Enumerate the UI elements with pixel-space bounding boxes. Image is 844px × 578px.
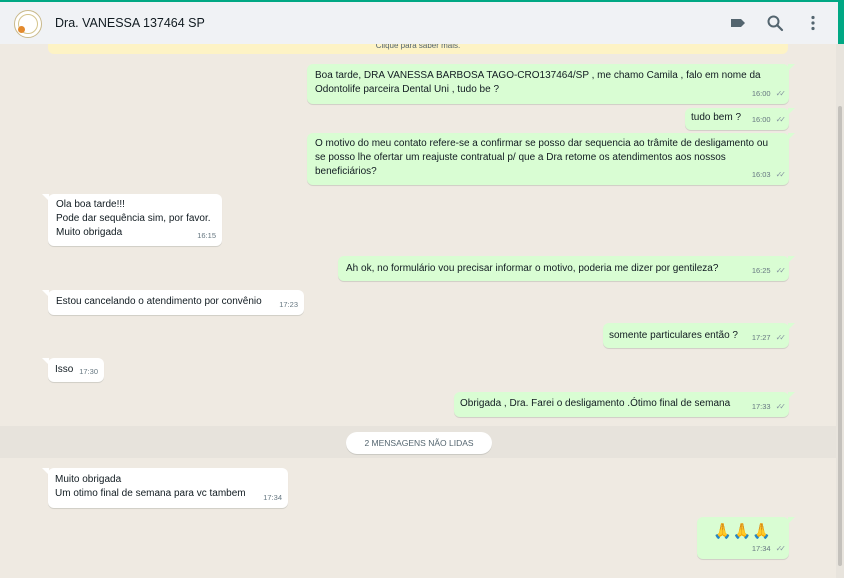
menu-icon[interactable] <box>804 14 822 32</box>
message-time: 17:23 <box>279 300 298 309</box>
double-check-icon: ✓✓ <box>775 333 787 342</box>
message-text: Ah ok, no formulário vou precisar inform… <box>346 263 719 274</box>
message-time: 16:00 <box>751 115 771 124</box>
message-outgoing[interactable]: Ah ok, no formulário vou precisar inform… <box>338 256 795 281</box>
message-time: 17:34 <box>751 544 771 553</box>
message-text: 🙏🙏🙏 <box>713 523 773 540</box>
chat-header: Dra. VANESSA 137464 SP <box>0 2 844 44</box>
avatar[interactable] <box>14 10 42 38</box>
message-text: Ola boa tarde!!! Pode dar sequência sim,… <box>56 199 211 238</box>
unread-messages-label: 2 MENSAGENS NÃO LIDAS <box>346 432 492 454</box>
message-outgoing[interactable]: tudo bem ? 16:00 ✓✓ <box>685 108 795 130</box>
message-time: 16:00 <box>751 89 771 98</box>
encryption-banner[interactable]: Clique para saber mais. <box>48 44 788 54</box>
scrollbar[interactable] <box>836 44 844 578</box>
message-text: O motivo do meu contato refere-se a conf… <box>315 138 771 177</box>
message-text: Estou cancelando o atendimento por convê… <box>56 296 262 307</box>
message-time: 16:03 <box>751 170 771 179</box>
message-outgoing[interactable]: 🙏🙏🙏 17:34 ✓✓ <box>697 517 795 559</box>
message-time: 17:34 <box>263 493 282 502</box>
message-text: Boa tarde, DRA VANESSA BARBOSA TAGO-CRO1… <box>315 70 764 95</box>
whatsapp-chat-window: Dra. VANESSA 137464 SP Clique para saber… <box>0 0 844 578</box>
double-check-icon: ✓✓ <box>775 115 787 124</box>
double-check-icon: ✓✓ <box>775 544 787 553</box>
message-time: 16:25 <box>751 266 771 275</box>
scrollbar-thumb[interactable] <box>838 106 842 566</box>
message-time: 17:33 <box>751 402 771 411</box>
double-check-icon: ✓✓ <box>775 402 787 411</box>
double-check-icon: ✓✓ <box>775 266 787 275</box>
message-time: 17:30 <box>79 367 98 376</box>
message-incoming[interactable]: Estou cancelando o atendimento por convê… <box>42 290 304 315</box>
message-outgoing[interactable]: somente particulares então ? 17:27 ✓✓ <box>603 323 795 348</box>
search-icon[interactable] <box>766 14 784 32</box>
message-outgoing[interactable]: Obrigada , Dra. Farei o desligamento .Ót… <box>454 392 795 417</box>
message-outgoing[interactable]: Boa tarde, DRA VANESSA BARBOSA TAGO-CRO1… <box>307 64 795 104</box>
double-check-icon: ✓✓ <box>775 89 787 98</box>
message-incoming[interactable]: Ola boa tarde!!! Pode dar sequência sim,… <box>42 194 222 246</box>
avatar-flower-icon <box>18 26 25 33</box>
message-incoming[interactable]: Muito obrigada Um otimo final de semana … <box>42 468 288 508</box>
double-check-icon: ✓✓ <box>775 170 787 179</box>
message-time: 16:15 <box>197 231 216 240</box>
message-time: 17:27 <box>751 333 771 342</box>
label-icon[interactable] <box>729 14 747 32</box>
message-outgoing[interactable]: O motivo do meu contato refere-se a conf… <box>307 133 795 185</box>
message-text: Muito obrigada Um otimo final de semana … <box>55 474 246 499</box>
message-incoming[interactable]: Isso 17:30 <box>42 358 104 382</box>
contact-name[interactable]: Dra. VANESSA 137464 SP <box>55 16 205 30</box>
message-text: Obrigada , Dra. Farei o desligamento .Ót… <box>460 398 731 409</box>
